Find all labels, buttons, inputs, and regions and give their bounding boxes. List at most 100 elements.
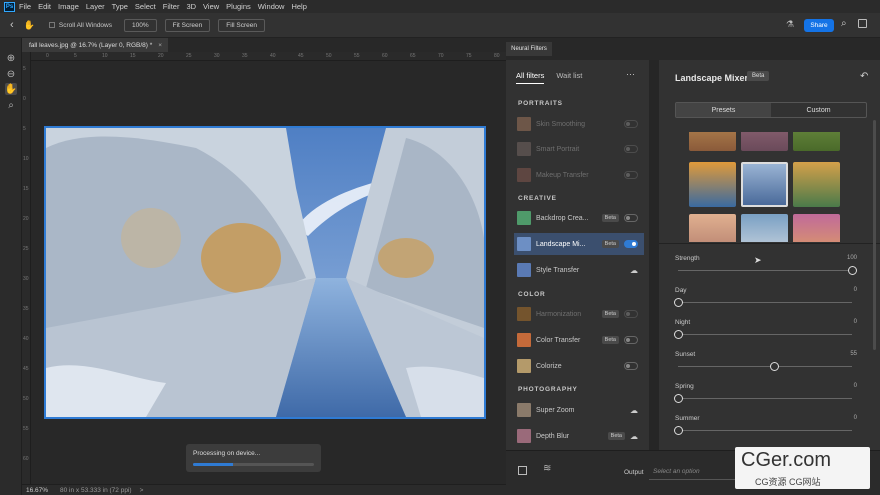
back-icon[interactable]: ‹	[10, 19, 14, 31]
status-menu-arrow[interactable]: >	[140, 487, 144, 494]
cloud-download-icon[interactable]: ☁	[630, 266, 638, 275]
close-icon[interactable]: ×	[158, 42, 162, 49]
flask-icon[interactable]: ⚗	[786, 19, 794, 30]
slider-track[interactable]	[678, 398, 852, 399]
tab-presets[interactable]: Presets	[676, 103, 771, 117]
fit-screen-button[interactable]: Fit Screen	[164, 18, 211, 32]
zoom-in-icon[interactable]: ⊕	[5, 52, 17, 64]
filter-landscape-mixer[interactable]: Landscape Mi... Beta	[514, 233, 644, 255]
ruler-top-tick: 25	[186, 53, 192, 59]
menu-plugins[interactable]: Plugins	[226, 2, 251, 11]
fill-screen-button[interactable]: Fill Screen	[218, 18, 265, 32]
menu-filter[interactable]: Filter	[163, 2, 180, 11]
slider-summer[interactable]: Summer 0	[674, 415, 857, 443]
slider-track[interactable]	[678, 430, 852, 431]
ruler-top-tick: 10	[102, 53, 108, 59]
smart-portrait-toggle[interactable]	[624, 145, 638, 153]
slider-label: Spring	[675, 383, 694, 390]
compare-view-icon[interactable]	[518, 466, 527, 475]
layers-preview-icon[interactable]: ≋	[543, 463, 551, 474]
zoom-100-button[interactable]: 100%	[124, 18, 157, 32]
slider-track[interactable]	[678, 270, 852, 271]
neural-filters-tab[interactable]: Neural Filters	[506, 42, 552, 56]
makeup-transfer-toggle[interactable]	[624, 171, 638, 179]
filter-tabs: All filters Wait list	[516, 71, 582, 84]
slider-knob[interactable]	[769, 362, 779, 371]
slider-knob[interactable]	[848, 266, 857, 275]
slider-knob[interactable]	[674, 426, 683, 435]
share-button[interactable]: Share	[804, 19, 834, 32]
watermark-logo: CGer.com CG资源 CG网站	[735, 447, 870, 489]
filter-backdrop-creator[interactable]: Backdrop Crea... Beta	[514, 207, 644, 229]
preset-thumb[interactable]	[689, 214, 736, 242]
ruler-top-tick: 35	[242, 53, 248, 59]
preset-thumb[interactable]	[793, 132, 840, 151]
preset-thumb[interactable]	[793, 214, 840, 242]
filter-label: Harmonization	[536, 310, 582, 318]
document-tab[interactable]: fall leaves.jpg @ 16.7% (Layer 0, RGB/8)…	[22, 38, 168, 52]
filter-smart-portrait[interactable]: Smart Portrait	[514, 138, 644, 160]
menu-type[interactable]: Type	[112, 2, 128, 11]
colorize-toggle[interactable]	[624, 362, 638, 370]
output-select[interactable]: Select an option	[649, 464, 739, 480]
filter-style-transfer[interactable]: Style Transfer ☁	[514, 259, 644, 281]
filter-colorize[interactable]: Colorize	[514, 355, 644, 377]
slider-spring[interactable]: Spring 0	[674, 383, 857, 411]
workspace-icon[interactable]	[858, 19, 867, 28]
preset-thumb-selected[interactable]	[741, 162, 788, 207]
slider-track[interactable]	[678, 302, 852, 303]
slider-label: Summer	[675, 415, 700, 422]
tab-wait-list[interactable]: Wait list	[556, 71, 582, 84]
filter-color-transfer[interactable]: Color Transfer Beta	[514, 329, 644, 351]
slider-track[interactable]	[678, 366, 852, 367]
slider-knob[interactable]	[674, 298, 683, 307]
skin-smoothing-toggle[interactable]	[624, 120, 638, 128]
slider-value: 0	[853, 415, 857, 421]
slider-sunset[interactable]: Sunset 55	[675, 351, 857, 379]
color-transfer-toggle[interactable]	[624, 336, 638, 344]
cloud-download-icon[interactable]: ☁	[630, 406, 638, 415]
harmonization-toggle[interactable]	[624, 310, 638, 318]
filter-super-zoom[interactable]: Super Zoom ☁	[514, 399, 644, 421]
menu-file[interactable]: File	[19, 2, 31, 11]
filter-harmonization[interactable]: Harmonization Beta	[514, 303, 644, 325]
menu-select[interactable]: Select	[135, 2, 156, 11]
zoom-level[interactable]: 16.67%	[26, 487, 60, 494]
zoom-tool-icon[interactable]: ⌕	[5, 99, 17, 111]
settings-scrollbar[interactable]	[873, 120, 876, 350]
menu-view[interactable]: View	[203, 2, 219, 11]
slider-night[interactable]: Night 0	[674, 319, 857, 347]
reset-icon[interactable]: ↶	[860, 71, 868, 82]
scroll-all-windows-checkbox[interactable]: Scroll All Windows	[48, 21, 112, 29]
preset-thumb[interactable]	[689, 162, 736, 207]
cloud-download-icon[interactable]: ☁	[630, 432, 638, 441]
zoom-out-icon[interactable]: ⊖	[5, 68, 17, 80]
slider-strength[interactable]: Strength 100	[675, 255, 857, 283]
preset-thumb[interactable]	[741, 214, 788, 242]
menu-layer[interactable]: Layer	[86, 2, 105, 11]
filter-skin-smoothing[interactable]: Skin Smoothing	[514, 113, 644, 135]
scroll-all-windows-label: Scroll All Windows	[58, 21, 112, 29]
landscape-mixer-toggle[interactable]	[624, 240, 638, 248]
menu-3d[interactable]: 3D	[186, 2, 196, 11]
menu-edit[interactable]: Edit	[38, 2, 51, 11]
slider-day[interactable]: Day 0	[674, 287, 857, 315]
search-icon[interactable]: ⌕	[841, 18, 847, 29]
menu-image[interactable]: Image	[58, 2, 79, 11]
backdrop-creator-toggle[interactable]	[624, 214, 638, 222]
tab-all-filters[interactable]: All filters	[516, 71, 545, 84]
more-options-icon[interactable]: ···	[626, 69, 635, 79]
slider-knob[interactable]	[674, 394, 683, 403]
menu-help[interactable]: Help	[291, 2, 306, 11]
filter-depth-blur[interactable]: Depth Blur Beta ☁	[514, 425, 644, 447]
filter-makeup-transfer[interactable]: Makeup Transfer	[514, 164, 644, 186]
tab-custom[interactable]: Custom	[771, 103, 866, 117]
preset-thumb[interactable]	[689, 132, 736, 151]
hand-icon[interactable]: ✋	[5, 83, 17, 95]
slider-knob[interactable]	[674, 330, 683, 339]
slider-track[interactable]	[678, 334, 852, 335]
preset-thumb[interactable]	[741, 132, 788, 151]
menu-window[interactable]: Window	[258, 2, 285, 11]
document-image[interactable]	[44, 126, 486, 419]
preset-thumb[interactable]	[793, 162, 840, 207]
